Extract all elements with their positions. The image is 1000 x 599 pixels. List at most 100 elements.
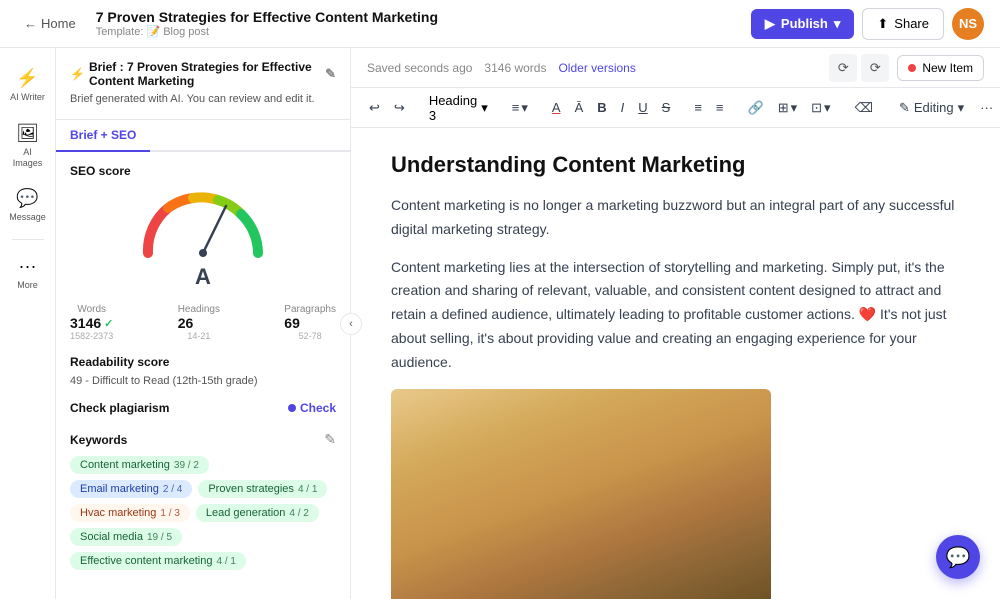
sidebar-divider	[12, 239, 44, 240]
brief-tabs: Brief + SEO	[56, 120, 350, 152]
topbar-title-section: 7 Proven Strategies for Effective Conten…	[96, 9, 438, 38]
heading-format-dropdown[interactable]: Heading 3 ▾	[423, 89, 494, 127]
sidebar-item-ai-images[interactable]: 🖼 AI Images	[4, 115, 52, 177]
editor-status: Saved seconds ago 3146 words Older versi…	[367, 61, 636, 75]
left-panel: ⚡ Brief : 7 Proven Strategies for Effect…	[56, 48, 351, 599]
editor-topbar: Saved seconds ago 3146 words Older versi…	[351, 48, 1000, 88]
topbar: ← Home 7 Proven Strategies for Effective…	[0, 0, 1000, 48]
history-forward-button[interactable]: ⟳	[861, 54, 889, 82]
home-arrow-icon: ←	[24, 16, 37, 31]
brief-title: ⚡ Brief : 7 Proven Strategies for Effect…	[70, 60, 336, 88]
image-icon: ⊞	[778, 100, 789, 116]
new-item-button[interactable]: New Item	[897, 55, 984, 81]
pencil-icon: ✎	[899, 100, 910, 116]
check-dot-icon	[288, 404, 296, 412]
history-back-button[interactable]: ⟳	[829, 54, 857, 82]
chat-icon: 💬	[946, 545, 971, 570]
sidebar-item-message[interactable]: 💬 Message	[4, 180, 52, 231]
ai-images-icon: 🖼	[16, 123, 39, 144]
editing-chevron: ▾	[958, 100, 965, 116]
table-icon: ⊡	[811, 100, 822, 116]
gauge-wrap	[138, 188, 268, 258]
readability-title: Readability score	[70, 355, 336, 369]
keyword-chip-lead-generation[interactable]: Lead generation 4 / 2	[196, 504, 319, 522]
image-chevron: ▾	[791, 100, 798, 116]
redo-button[interactable]: ↪	[388, 96, 411, 120]
keyword-chips: Content marketing 39 / 2 Email marketing…	[70, 456, 336, 570]
topbar-actions: ▶ Publish ▾ ⬆ Share NS	[751, 8, 984, 40]
new-item-label: New Item	[922, 61, 973, 75]
plagiarism-check-button[interactable]: Check	[288, 401, 336, 415]
seo-stats: Words 3146 ✓ 1582-2373 Headings 26 14-21…	[70, 304, 336, 341]
history-buttons: ⟳ ⟳	[829, 54, 889, 82]
image-placeholder	[391, 389, 771, 599]
align-chevron: ▾	[521, 100, 528, 116]
word-count: 3146 words	[484, 61, 546, 75]
message-icon: 💬	[16, 188, 38, 209]
bullet-list-button[interactable]: ≡	[688, 96, 708, 119]
publish-button[interactable]: ▶ Publish ▾	[751, 9, 854, 39]
toolbar-more-button[interactable]: ···	[974, 96, 999, 119]
brief-title-text: Brief : 7 Proven Strategies for Effectiv…	[89, 60, 317, 88]
sidebar-item-more[interactable]: ··· More	[4, 248, 52, 299]
italic-button[interactable]: I	[615, 96, 631, 119]
seo-title: SEO score	[70, 164, 336, 178]
sidebar-ai-images-label: AI Images	[10, 147, 46, 169]
heading-format-label: Heading 3	[429, 93, 477, 123]
home-label: Home	[41, 16, 76, 31]
editor-content[interactable]: Understanding Content Marketing Content …	[351, 128, 1000, 599]
older-versions-link[interactable]: Older versions	[558, 61, 635, 75]
ordered-list-button[interactable]: ≡	[710, 96, 730, 119]
editor-toolbar: ↩ ↪ Heading 3 ▾ ≡ ▾ A Ā B I U S ≡ ≡ 🔗	[351, 88, 1000, 128]
share-button[interactable]: ⬆ Share	[862, 8, 944, 40]
publish-dropdown-icon: ▾	[834, 16, 841, 32]
plagiarism-title: Check plagiarism	[70, 401, 169, 415]
sidebar-message-label: Message	[9, 212, 46, 223]
highlight-button[interactable]: Ā	[569, 96, 590, 119]
editing-mode-button[interactable]: ✎ Editing ▾	[891, 96, 972, 120]
keyword-chip-proven-strategies[interactable]: Proven strategies 4 / 1	[198, 480, 327, 498]
link-button[interactable]: 🔗	[742, 96, 770, 120]
heading-format-chevron: ▾	[481, 100, 488, 116]
tab-brief-seo[interactable]: Brief + SEO	[56, 120, 150, 152]
bold-button[interactable]: B	[591, 96, 612, 119]
saved-status: Saved seconds ago	[367, 61, 472, 75]
keywords-header: Keywords ✎	[70, 431, 336, 448]
clear-format-button[interactable]: ⌫	[849, 96, 879, 120]
article-paragraph-1: Content marketing is no longer a marketi…	[391, 194, 960, 242]
underline-button[interactable]: U	[632, 96, 653, 119]
keyword-chip-content-marketing[interactable]: Content marketing 39 / 2	[70, 456, 209, 474]
article-image	[391, 389, 771, 599]
strikethrough-button[interactable]: S	[656, 96, 677, 119]
home-button[interactable]: ← Home	[16, 12, 84, 35]
brief-section: ⚡ Brief : 7 Proven Strategies for Effect…	[56, 48, 350, 120]
article-paragraph-2: Content marketing lies at the intersecti…	[391, 256, 960, 375]
words-check-icon: ✓	[104, 317, 113, 330]
new-item-dot-icon	[908, 64, 916, 72]
page-title: 7 Proven Strategies for Effective Conten…	[96, 9, 438, 25]
main-layout: ⚡ AI Writer 🖼 AI Images 💬 Message ··· Mo…	[0, 48, 1000, 599]
keyword-chip-effective-content-marketing[interactable]: Effective content marketing 4 / 1	[70, 552, 246, 570]
undo-button[interactable]: ↩	[363, 96, 386, 120]
editor-area: Saved seconds ago 3146 words Older versi…	[351, 48, 1000, 599]
icon-sidebar: ⚡ AI Writer 🖼 AI Images 💬 Message ··· Mo…	[0, 48, 56, 599]
readability-section: Readability score 49 - Difficult to Read…	[70, 355, 336, 387]
keyword-chip-social-media[interactable]: Social media 19 / 5	[70, 528, 182, 546]
user-avatar[interactable]: NS	[952, 8, 984, 40]
keywords-edit-icon[interactable]: ✎	[324, 431, 336, 448]
text-color-button[interactable]: A	[546, 96, 567, 119]
table-dropdown[interactable]: ⊡ ▾	[805, 96, 836, 120]
sidebar-item-ai-writer[interactable]: ⚡ AI Writer	[4, 60, 52, 111]
collapse-panel-button[interactable]: ‹	[340, 313, 362, 335]
chat-button[interactable]: 💬	[936, 535, 980, 579]
seo-gauge: A	[70, 188, 336, 290]
ai-writer-icon: ⚡	[16, 68, 38, 89]
keyword-chip-hvac-marketing[interactable]: Hvac marketing 1 / 3	[70, 504, 190, 522]
seo-grade: A	[195, 264, 211, 290]
image-dropdown[interactable]: ⊞ ▾	[772, 96, 803, 120]
brief-edit-icon[interactable]: ✎	[325, 66, 336, 82]
alignment-dropdown[interactable]: ≡ ▾	[506, 96, 534, 120]
editing-label: Editing	[914, 100, 954, 115]
template-label: Template: 📝 Blog post	[96, 25, 438, 38]
keyword-chip-email-marketing[interactable]: Email marketing 2 / 4	[70, 480, 192, 498]
